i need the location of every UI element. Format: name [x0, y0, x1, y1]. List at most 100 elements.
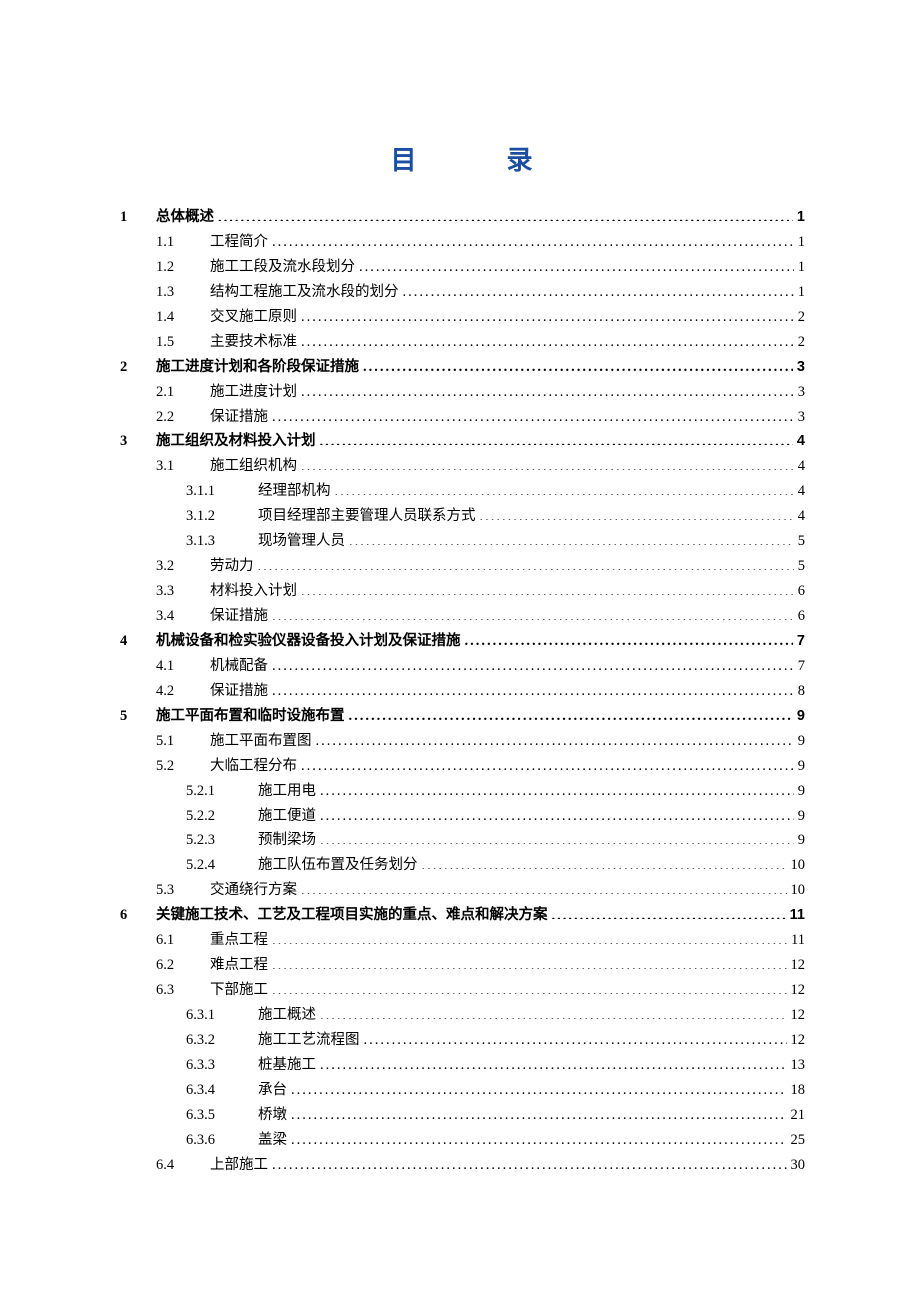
toc-entry-number: 6.1: [156, 928, 210, 953]
toc-entry-label: 下部施工: [210, 978, 268, 1003]
toc-entry-label: 重点工程: [210, 928, 268, 953]
toc-entry: 4.2保证措施8: [120, 679, 805, 704]
toc-entry-number: 5.2: [156, 754, 210, 779]
toc-entry: 3.1施工组织机构 4: [120, 454, 805, 479]
toc-entry-label: 施工平面布置和临时设施布置: [156, 704, 345, 729]
toc-entry-page: 8: [798, 679, 805, 704]
toc-leader-dots: [272, 231, 794, 246]
toc-entry-number: 5.2.1: [186, 779, 258, 804]
toc-entry-label: 交叉施工原则: [210, 305, 297, 330]
toc-entry-number: 3.1.3: [186, 529, 258, 554]
toc-leader-dots: [272, 955, 787, 970]
toc-entry: 1.2施工工段及流水段划分1: [120, 255, 805, 280]
toc-entry: 5.2.1施工用电9: [120, 779, 805, 804]
toc-leader-dots: [320, 1005, 787, 1020]
toc-entry: 5.1施工平面布置图9: [120, 729, 805, 754]
toc-entry-number: 3.1.2: [186, 504, 258, 529]
toc-entry-page: 4: [797, 429, 805, 454]
toc-entry: 1总体概述1: [120, 205, 805, 230]
toc-leader-dots: [258, 556, 794, 571]
toc-entry-page: 2: [798, 330, 805, 355]
toc-leader-dots: [301, 456, 794, 471]
toc-leader-dots: [272, 655, 794, 670]
title-left: 目: [390, 145, 418, 175]
toc-entry-page: 12: [791, 1028, 806, 1053]
toc-entry-label: 机械设备和检实验仪器设备投入计划及保证措施: [156, 629, 461, 654]
title-right: 录: [507, 145, 535, 175]
toc-entry-page: 6: [798, 579, 805, 604]
toc-entry: 6.3.1施工概述12: [120, 1003, 805, 1028]
toc-entry-number: 1.1: [156, 230, 210, 255]
toc-entry-page: 9: [798, 754, 805, 779]
toc-entry-page: 11: [791, 928, 805, 953]
toc-leader-dots: [320, 431, 793, 446]
toc-leader-dots: [363, 356, 793, 371]
toc-entry-page: 10: [791, 853, 806, 878]
toc-entry-page: 3: [798, 405, 805, 430]
toc-entry-label: 桩基施工: [258, 1053, 316, 1078]
toc-entry: 4.1机械配备7: [120, 654, 805, 679]
toc-entry: 5.2.2施工便道9: [120, 804, 805, 829]
toc-entry-page: 30: [791, 1153, 806, 1178]
toc-entry: 6.3.5桥墩21: [120, 1103, 805, 1128]
toc-entry-page: 9: [798, 729, 805, 754]
toc-entry: 2施工进度计划和各阶段保证措施3: [120, 355, 805, 380]
toc-entry-label: 经理部机构: [258, 479, 331, 504]
toc-entry: 1.1工程简介1: [120, 230, 805, 255]
toc-entry-label: 主要技术标准: [210, 330, 297, 355]
toc-entry-number: 5.1: [156, 729, 210, 754]
toc-entry-page: 5: [798, 554, 805, 579]
toc-entry-page: 4: [798, 479, 805, 504]
toc-leader-dots: [291, 1079, 787, 1094]
toc-entry-label: 施工组织及材料投入计划: [156, 429, 316, 454]
toc-entry-label: 结构工程施工及流水段的划分: [210, 280, 399, 305]
toc-entry-page: 3: [798, 380, 805, 405]
toc-leader-dots: [335, 481, 794, 496]
toc-entry: 5.2.3预制梁场9: [120, 828, 805, 853]
toc-entry-label: 总体概述: [156, 205, 214, 230]
toc-entry-number: 3.3: [156, 579, 210, 604]
toc-leader-dots: [272, 980, 787, 995]
toc-entry-page: 11: [790, 903, 805, 928]
toc-leader-dots: [301, 331, 794, 346]
toc-entry-number: 6.3.4: [186, 1078, 258, 1103]
toc-entry-page: 3: [797, 355, 805, 380]
toc-entry-page: 4: [798, 504, 805, 529]
toc-entry-number: 4.2: [156, 679, 210, 704]
toc-leader-dots: [349, 531, 794, 546]
toc-entry-number: 6.4: [156, 1153, 210, 1178]
toc-entry: 6.3.6盖梁25: [120, 1128, 805, 1153]
toc-entry-number: 3.2: [156, 554, 210, 579]
toc-entry-label: 施工队伍布置及任务划分: [258, 853, 418, 878]
toc-entry-number: 1.4: [156, 305, 210, 330]
toc-entry: 6.1重点工程 11: [120, 928, 805, 953]
toc-entry-number: 3.1: [156, 454, 210, 479]
toc-entry: 6.4上部施工30: [120, 1153, 805, 1178]
toc-entry-number: 5.2.2: [186, 804, 258, 829]
toc-entry-label: 施工组织机构: [210, 454, 297, 479]
toc-entry-page: 1: [798, 230, 805, 255]
toc-entry-label: 现场管理人员: [258, 529, 345, 554]
toc-entry-label: 盖梁: [258, 1128, 287, 1153]
toc-leader-dots: [272, 930, 787, 945]
toc-entry: 3.2劳动力 5: [120, 554, 805, 579]
toc-leader-dots: [291, 1104, 787, 1119]
toc-entry-number: 1.3: [156, 280, 210, 305]
toc-leader-dots: [301, 581, 794, 596]
toc-entry-number: 6.3.6: [186, 1128, 258, 1153]
toc-title: 目录: [120, 140, 805, 177]
toc-entry-label: 施工工段及流水段划分: [210, 255, 355, 280]
toc-entry-number: 3: [120, 429, 156, 454]
toc-entry-page: 12: [791, 1003, 806, 1028]
toc-entry-number: 2: [120, 355, 156, 380]
toc-entry: 6关键施工技术、工艺及工程项目实施的重点、难点和解决方案11: [120, 903, 805, 928]
toc-entry-label: 交通绕行方案: [210, 878, 297, 903]
toc-entry-number: 6.3.5: [186, 1103, 258, 1128]
toc-leader-dots: [301, 381, 794, 396]
toc-entry-label: 劳动力: [210, 554, 254, 579]
toc-entry-page: 4: [798, 454, 805, 479]
toc-entry: 3.3材料投入计划6: [120, 579, 805, 604]
toc-entry-number: 2.1: [156, 380, 210, 405]
toc-entry: 3.1.2项目经理部主要管理人员联系方式4: [120, 504, 805, 529]
toc-entry-label: 施工便道: [258, 804, 316, 829]
